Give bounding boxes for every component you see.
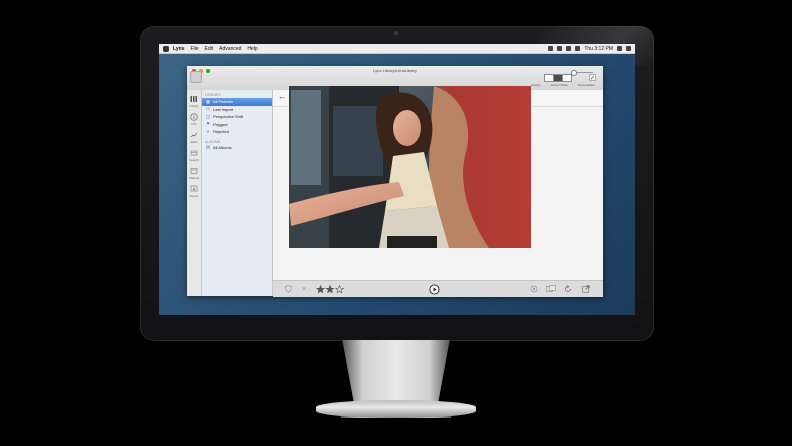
rotate-icon[interactable] [563,284,573,294]
toolbar-label-presentation: Presentation [577,83,595,87]
reject-x-icon[interactable]: × [299,284,309,294]
menu-advanced[interactable]: Advanced [219,46,241,52]
flag-shield-icon[interactable] [283,284,293,294]
viewer-toolbar: × [273,280,603,297]
sidebar-item-perspective-shift[interactable]: ◳ Perspective Shift [202,113,272,121]
menu-clock[interactable]: Thu 3:12 PM [584,46,613,52]
library-section-heading: LIBRARY [205,93,222,97]
wifi-icon[interactable] [557,46,563,51]
source-list: LIBRARY ▦ All Pictures ◷ Last Import ◳ P… [202,90,273,296]
left-rail: Library Info Edits Search Sharing Export [187,90,202,296]
toolbar-label-viewer-mode: Viewer Mode [550,83,568,87]
flag-icon: ⚑ [206,121,210,126]
view-mode-segmented [544,74,572,82]
window-path: Lyns Library/LensLibrary [373,68,417,73]
star-rating[interactable] [315,284,345,294]
notification-center-icon[interactable] [626,46,631,51]
sidebar-item-all-pictures[interactable]: ▦ All Pictures [202,98,272,106]
star-icon[interactable] [325,284,335,293]
sidebar-item-all-albums[interactable]: ▤ All Albums [202,144,272,152]
zoom-slider-knob[interactable] [571,70,577,76]
sidebar-item-label: Rejected [213,129,229,134]
sidebar-item-label: Flagged [213,121,228,127]
search-rail-icon[interactable] [189,148,199,158]
monitor-foot [316,400,476,418]
rail-label-search: Search [189,158,199,162]
photos-icon: ▦ [206,98,210,104]
compare-icon[interactable] [545,284,557,294]
import-icon: ◷ [206,106,210,111]
app-menu[interactable]: Lyns [173,46,184,52]
toolbar-labels: Activity Viewer Mode Presentation [531,83,595,87]
albums-icon: ▤ [206,144,210,149]
perspective-icon: ◳ [206,113,210,119]
sidebar-item-label: All Pictures [213,99,234,104]
star-icon[interactable] [334,284,344,293]
library-rail-icon[interactable] [189,94,199,104]
sidebar-item-label: Perspective Shift [213,114,244,119]
rail-label-edits: Edits [190,140,198,144]
adjust-icon[interactable] [529,284,539,294]
reject-icon: ✕ [206,128,210,134]
share-icon[interactable] [581,284,591,294]
photo-preview[interactable] [289,86,531,248]
webcam [394,31,398,35]
screen: Lyns File Edit Advanced Help Thu 3:12 PM… [159,44,635,315]
battery-icon[interactable] [575,46,581,51]
menu-bar: Lyns File Edit Advanced Help Thu 3:12 PM [159,44,635,54]
play-slideshow-icon[interactable] [428,283,440,295]
menu-file[interactable]: File [190,46,198,52]
sidebar-item-label: All Albums [213,144,232,150]
menu-help[interactable]: Help [247,46,257,52]
sidebar-item-last-import[interactable]: ◷ Last Import [202,106,272,114]
rail-label-export: Export [189,194,199,198]
view-split-button[interactable] [562,74,572,82]
fullscreen-icon[interactable] [589,74,596,81]
apple-menu-icon[interactable] [163,45,169,52]
zoom-slider[interactable] [571,70,593,76]
export-rail-icon[interactable] [189,184,199,194]
info-rail-icon[interactable] [189,112,199,122]
sidebar-item-flagged[interactable]: ⚑ Flagged [202,121,272,129]
toolbar-label-activity: Activity [531,83,541,87]
rail-label-info: Info [191,122,197,126]
edits-rail-icon[interactable] [189,130,199,140]
rail-label-sharing: Sharing [188,176,200,180]
sidebar-item-rejected[interactable]: ✕ Rejected [202,128,272,136]
spotlight-icon[interactable] [617,46,622,51]
albums-section-heading: ALBUMS [205,139,221,144]
menu-edit[interactable]: Edit [205,46,214,52]
bluetooth-icon[interactable] [548,46,554,51]
sharing-rail-icon[interactable] [189,166,199,176]
rail-label-library: Library [189,104,199,108]
volume-icon[interactable] [566,46,572,51]
rating-stars [316,284,344,293]
star-icon[interactable] [316,284,326,293]
sidebar-item-label: Last Import [213,106,234,112]
